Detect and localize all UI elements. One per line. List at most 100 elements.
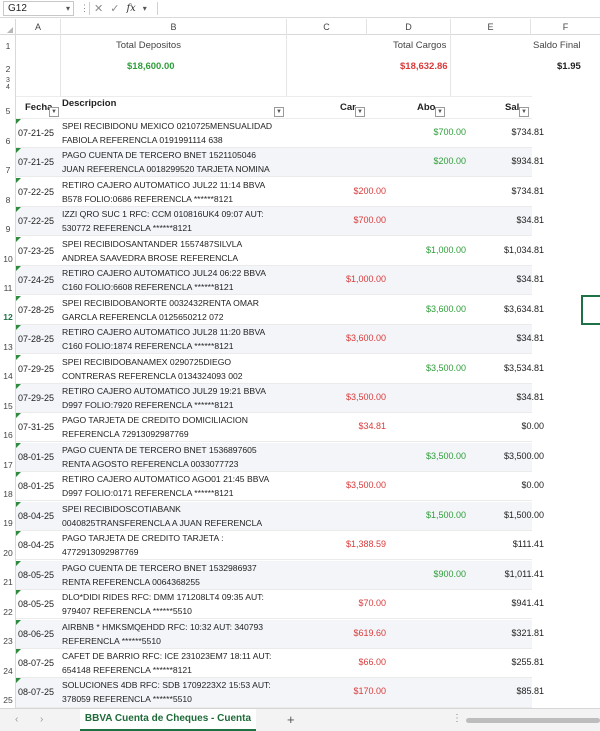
row-header[interactable]: 7 [0,165,16,175]
table-row[interactable]: 07-22-25 RETIRO CAJERO AUTOMATICO JUL22 … [16,178,544,207]
cell-fecha[interactable]: 07-22-25 [18,187,54,197]
table-row[interactable]: 07-28-25 SPEI RECIBIDOBANORTE 0032432REN… [16,296,544,325]
column-header-d[interactable]: D [367,19,451,35]
cell-descripcion[interactable]: IZZI QRO SUC 1 RFC: CCM 010816UK4 09:07 … [62,208,302,235]
cell-descripcion[interactable]: DLO*DIDI RIDES RFC: DMM 171208LT4 09:35 … [62,591,302,618]
row-header[interactable]: 2 [0,64,16,74]
cell-saldo[interactable]: $1,011.41 [466,569,544,579]
table-row[interactable]: 08-06-25 AIRBNB * HMKSMQEHDD RFC: 10:32 … [16,620,544,649]
row-header[interactable]: 14 [0,371,16,381]
cell-abono[interactable]: $1,500.00 [386,510,466,520]
filter-dropdown-icon[interactable]: ▼ [49,107,59,117]
chevron-down-icon[interactable]: ▾ [143,4,147,13]
cell-fecha[interactable]: 08-07-25 [18,658,54,668]
cell-descripcion[interactable]: SPEI RECIBIDOBANAMEX 0290725DIEGO CONTRER… [62,356,302,383]
active-cell-g12[interactable] [581,295,600,325]
cell-fecha[interactable]: 07-29-25 [18,393,54,403]
row-header[interactable]: 6 [0,136,16,146]
cell-saldo[interactable]: $85.81 [466,686,544,696]
cell-saldo[interactable]: $255.81 [466,657,544,667]
cell-descripcion[interactable]: SPEI RECIBIDOSANTANDER 1557487SILVLA ANDR… [62,238,302,265]
table-row[interactable]: 08-05-25 DLO*DIDI RIDES RFC: DMM 171208L… [16,590,544,619]
table-row[interactable]: 08-04-25 PAGO TARJETA DE CREDITO TARJETA… [16,531,544,560]
select-all-corner[interactable] [0,19,16,35]
cell-cargo[interactable]: $70.00 [302,598,386,608]
cell-descripcion[interactable]: PAGO CUENTA DE TERCERO BNET 1536897605 RE… [62,444,302,471]
chevron-down-icon[interactable]: ▾ [66,2,70,15]
more-icon[interactable]: ⋮ [452,713,462,724]
row-header[interactable]: 20 [0,548,16,558]
column-header-e[interactable]: E [451,19,531,35]
cell-cargo[interactable]: $3,500.00 [302,392,386,402]
table-row[interactable]: 07-23-25 SPEI RECIBIDOSANTANDER 1557487S… [16,237,544,266]
cell-cargo[interactable]: $1,388.59 [302,539,386,549]
cell-abono[interactable]: $3,500.00 [386,363,466,373]
table-row[interactable]: 07-29-25 RETIRO CAJERO AUTOMATICO JUL29 … [16,384,544,413]
cell-abono[interactable]: $900.00 [386,569,466,579]
row-header[interactable]: 8 [0,195,16,205]
row-header[interactable]: 3 [0,77,16,84]
table-row[interactable]: 08-04-25 SPEI RECIBIDOSCOTIABANK 0040825T… [16,502,544,531]
row-header[interactable]: 1 [0,41,16,51]
cell-saldo[interactable]: $34.81 [466,333,544,343]
table-row[interactable]: 07-21-25 SPEI RECIBIDONU MEXICO 0210725M… [16,119,544,148]
table-row[interactable]: 07-22-25 IZZI QRO SUC 1 RFC: CCM 010816U… [16,207,544,236]
more-icon[interactable]: ⋮ [80,2,89,15]
table-row[interactable]: 07-29-25 SPEI RECIBIDOBANAMEX 0290725DIE… [16,355,544,384]
cell-descripcion[interactable]: SOLUCIONES 4DB RFC: SDB 1709223X2 15:53 … [62,679,302,706]
table-row[interactable]: 08-07-25 SOLUCIONES 4DB RFC: SDB 1709223… [16,678,544,708]
cell-fecha[interactable]: 08-01-25 [18,452,54,462]
cell-cargo[interactable]: $3,500.00 [302,480,386,490]
cell-descripcion[interactable]: SPEI RECIBIDOBANORTE 0032432RENTA OMAR GA… [62,297,302,324]
table-row[interactable]: 07-28-25 RETIRO CAJERO AUTOMATICO JUL28 … [16,325,544,354]
cell-cargo[interactable]: $66.00 [302,657,386,667]
column-header-a[interactable]: A [16,19,61,35]
cell-fecha[interactable]: 08-01-25 [18,481,54,491]
row-header[interactable]: 22 [0,607,16,617]
cell-cargo[interactable]: $34.81 [302,421,386,431]
cancel-icon[interactable]: ✕ [94,2,103,15]
row-header[interactable]: 21 [0,577,16,587]
table-row[interactable]: 07-31-25 PAGO TARJETA DE CREDITO DOMICIL… [16,413,544,442]
table-row[interactable]: 08-01-25 RETIRO CAJERO AUTOMATICO AGO01 … [16,472,544,501]
cell-saldo[interactable]: $934.81 [466,156,544,166]
cell-cargo[interactable]: $700.00 [302,215,386,225]
cell-fecha[interactable]: 07-24-25 [18,275,54,285]
prev-sheet-icon[interactable]: ‹ [15,714,18,725]
table-row[interactable]: 08-01-25 PAGO CUENTA DE TERCERO BNET 153… [16,443,544,472]
cell-abono[interactable]: $3,500.00 [386,451,466,461]
cell-fecha[interactable]: 08-05-25 [18,599,54,609]
filter-dropdown-icon[interactable]: ▼ [355,107,365,117]
cell-abono[interactable]: $3,600.00 [386,304,466,314]
cell-fecha[interactable]: 07-28-25 [18,334,54,344]
row-header[interactable]: 18 [0,489,16,499]
cell-saldo[interactable]: $1,034.81 [466,245,544,255]
row-header[interactable]: 13 [0,342,16,352]
cell-fecha[interactable]: 07-31-25 [18,422,54,432]
cell-saldo[interactable]: $3,634.81 [466,304,544,314]
cell-descripcion[interactable]: PAGO CUENTA DE TERCERO BNET 1521105046 JU… [62,149,302,176]
cell-fecha[interactable]: 08-04-25 [18,540,54,550]
cell-abono[interactable]: $700.00 [386,127,466,137]
table-row[interactable]: 07-21-25 PAGO CUENTA DE TERCERO BNET 152… [16,148,544,177]
cell-cargo[interactable]: $170.00 [302,686,386,696]
filter-dropdown-icon[interactable]: ▼ [435,107,445,117]
cell-saldo[interactable]: $3,500.00 [466,451,544,461]
row-header[interactable]: 10 [0,254,16,264]
filter-dropdown-icon[interactable]: ▼ [274,107,284,117]
horizontal-scrollbar[interactable] [466,718,600,723]
row-header[interactable]: 4 [0,84,16,91]
cell-fecha[interactable]: 08-06-25 [18,629,54,639]
next-sheet-icon[interactable]: › [40,714,43,725]
cell-saldo[interactable]: $734.81 [466,127,544,137]
cell-saldo[interactable]: $111.41 [466,539,544,549]
cell-saldo[interactable]: $941.41 [466,598,544,608]
cell-cargo[interactable]: $200.00 [302,186,386,196]
cell-saldo[interactable]: $34.81 [466,274,544,284]
cell-fecha[interactable]: 07-29-25 [18,364,54,374]
cell-abono[interactable]: $1,000.00 [386,245,466,255]
cell-descripcion[interactable]: PAGO CUENTA DE TERCERO BNET 1532986937 RE… [62,562,302,589]
row-header[interactable]: 5 [0,106,16,116]
cell-cargo[interactable]: $3,600.00 [302,333,386,343]
cell-descripcion[interactable]: PAGO TARJETA DE CREDITO DOMICILIACION REF… [62,414,302,441]
